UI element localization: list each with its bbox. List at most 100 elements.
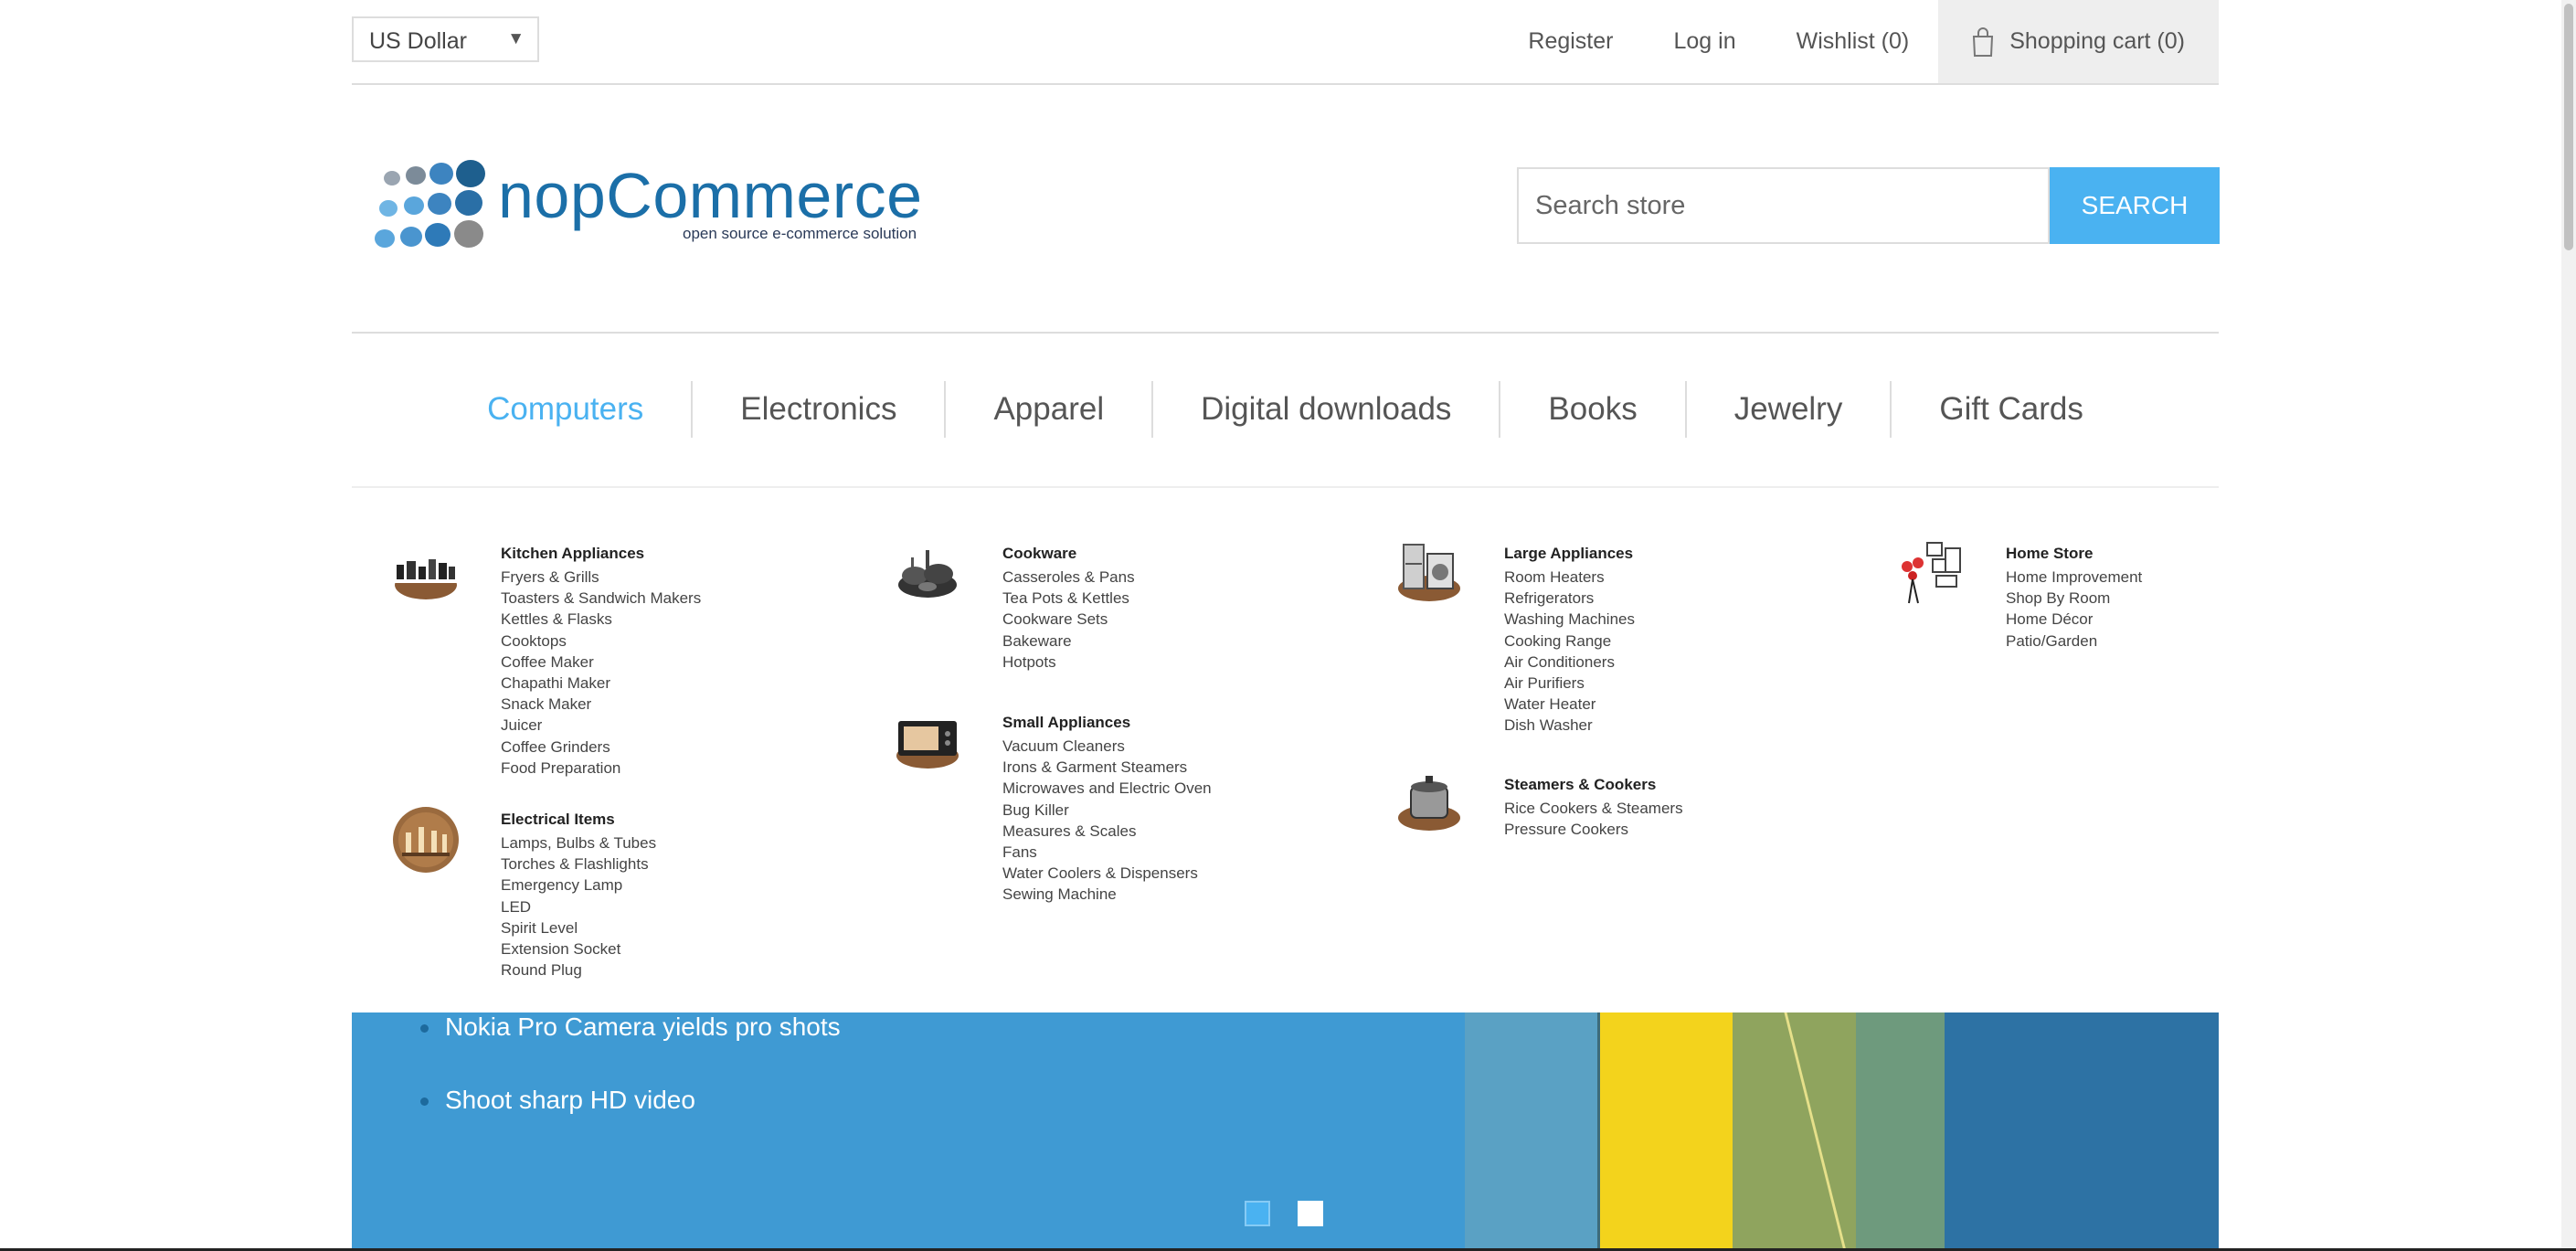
subcategory-link[interactable]: Lamps, Bulbs & Tubes [501,832,656,853]
menu-item-jewelry[interactable]: Jewelry [1687,381,1892,438]
subcategory-link[interactable]: Fans [1002,842,1212,863]
logo-dots-icon [375,160,485,248]
subcategory-link[interactable]: Cookware Sets [1002,609,1135,630]
large-appliances-icon [1398,544,1460,601]
wishlist-link[interactable]: Wishlist (0) [1797,28,1910,55]
subcategory-link[interactable]: Patio/Garden [2006,631,2142,652]
currency-selector[interactable]: US Dollar ▼ [352,16,539,62]
search-box: Search store SEARCH [1517,167,2220,244]
menu-item-gift-cards[interactable]: Gift Cards [1892,381,2131,438]
subcategory-link[interactable]: Fryers & Grills [501,567,701,588]
subcategory-link[interactable]: Round Plug [501,959,656,981]
search-input[interactable]: Search store [1517,167,2050,244]
caret-down-icon: ▼ [507,29,525,48]
slider-bullet-text: Shoot sharp HD video [420,1086,695,1115]
slider-bullet-label: Shoot sharp HD video [445,1086,695,1114]
subcategory-link[interactable]: Emergency Lamp [501,875,656,896]
slider-pager-dot-1[interactable] [1245,1201,1270,1226]
menu-item-electronics[interactable]: Electronics [693,381,947,438]
subcategory-link[interactable]: Dish Washer [1504,715,1635,736]
home-store-icon [1902,542,1961,604]
subcategory-link[interactable]: Extension Socket [501,938,656,959]
menu-item-computers[interactable]: Computers [440,381,694,438]
store-logo[interactable]: nopCommerce open source e-commerce solut… [361,154,928,254]
header-links: Register Log in Wishlist (0) Shopping ca… [1528,0,2219,83]
bullet-icon [420,1024,429,1034]
category-title[interactable]: Kitchen Appliances [501,545,644,563]
subcategory-link[interactable]: Kettles & Flasks [501,609,701,630]
subcategory-link[interactable]: Sewing Machine [1002,884,1212,905]
home-page-slider[interactable]: Nokia Pro Camera yields pro shots Shoot … [352,1012,2219,1251]
subcategory-link[interactable]: Measures & Scales [1002,821,1212,842]
menu-divider [352,332,2219,334]
subcategory-link[interactable]: Food Preparation [501,758,701,779]
subcategory-link[interactable]: Water Heater [1504,694,1635,715]
register-link[interactable]: Register [1528,28,1613,55]
slider-phone-image [1600,1012,1733,1251]
subcategory-link[interactable]: Irons & Garment Steamers [1002,757,1212,778]
subcategory-link[interactable]: Shop By Room [2006,588,2142,609]
header-top-bar: US Dollar ▼ Register Log in Wishlist (0)… [352,0,2219,85]
subcategory-link[interactable]: Torches & Flashlights [501,853,656,875]
subcategory-link[interactable]: Toasters & Sandwich Makers [501,588,701,609]
subcategory-link[interactable]: Casseroles & Pans [1002,567,1135,588]
category-title[interactable]: Small Appliances [1002,714,1130,732]
slider-image-stripe [1945,1012,2219,1251]
small-appliances-icon [896,721,959,769]
logo-wordmark: nopCommerce [498,160,923,231]
subcategory-link[interactable]: Vacuum Cleaners [1002,736,1212,757]
cookware-icon [898,550,957,598]
page: US Dollar ▼ Register Log in Wishlist (0)… [352,0,2220,1251]
subcategory-link[interactable]: Pressure Cookers [1504,819,1683,840]
subcategory-link[interactable]: Water Coolers & Dispensers [1002,863,1212,884]
menu-item-books[interactable]: Books [1500,381,1687,438]
subcategory-link[interactable]: Home Décor [2006,609,2142,630]
kitchen-appliances-icon [395,559,457,599]
subcategory-link[interactable]: Air Purifiers [1504,673,1635,694]
currency-value: US Dollar [369,28,467,54]
subcategory-link[interactable]: Chapathi Maker [501,673,701,694]
shopping-bag-icon [1973,27,1994,57]
subcategory-link[interactable]: Tea Pots & Kettles [1002,588,1135,609]
subcategory-link[interactable]: Snack Maker [501,694,701,715]
subcategory-link[interactable]: Hotpots [1002,652,1135,673]
login-link[interactable]: Log in [1673,28,1735,55]
category-title[interactable]: Home Store [2006,545,2093,563]
subcategory-link[interactable]: Bakeware [1002,631,1135,652]
scrollbar-thumb[interactable] [2564,4,2573,250]
bullet-icon [420,1097,429,1107]
slider-pager-dot-2[interactable] [1298,1201,1323,1226]
menu-item-digital-downloads[interactable]: Digital downloads [1153,381,1501,438]
subcategory-link[interactable]: Coffee Maker [501,652,701,673]
subcategory-link[interactable]: Spirit Level [501,917,656,938]
category-title[interactable]: Cookware [1002,545,1076,563]
subcategory-link[interactable]: Refrigerators [1504,588,1635,609]
logo-tagline: open source e-commerce solution [683,225,917,242]
subcategory-link[interactable]: Bug Killer [1002,800,1212,821]
subcategory-link[interactable]: Washing Machines [1504,609,1635,630]
subcategory-link[interactable]: Home Improvement [2006,567,2142,588]
subcategory-link[interactable]: Coffee Grinders [501,737,701,758]
subcategory-link[interactable]: Cooktops [501,631,701,652]
top-menu: Computers Electronics Apparel Digital do… [352,377,2219,441]
subcategory-link[interactable]: Rice Cookers & Steamers [1504,798,1683,819]
subcategory-link[interactable]: Microwaves and Electric Oven [1002,778,1212,799]
vertical-scrollbar[interactable] [2561,0,2576,1251]
subcategory-link[interactable]: Cooking Range [1504,631,1635,652]
slider-bullet-label: Nokia Pro Camera yields pro shots [445,1012,841,1041]
slider-bullet-text: Nokia Pro Camera yields pro shots [420,1012,841,1042]
subcategory-link[interactable]: Juicer [501,715,701,736]
subcategory-link[interactable]: Room Heaters [1504,567,1635,588]
category-title[interactable]: Steamers & Cookers [1504,776,1656,794]
category-title[interactable]: Electrical Items [501,811,615,829]
search-button[interactable]: SEARCH [2050,167,2220,244]
subcategory-link[interactable]: Air Conditioners [1504,652,1635,673]
cart-label: Shopping cart (0) [2009,28,2185,54]
mega-menu-dropdown: Kitchen Appliances Fryers & Grills Toast… [352,488,2219,1012]
steamers-cookers-icon [1398,776,1460,831]
slider-image-stripe [1856,1012,1945,1251]
menu-item-apparel[interactable]: Apparel [946,381,1154,438]
shopping-cart-link[interactable]: Shopping cart (0) [1938,0,2219,83]
subcategory-link[interactable]: LED [501,896,656,917]
category-title[interactable]: Large Appliances [1504,545,1633,563]
